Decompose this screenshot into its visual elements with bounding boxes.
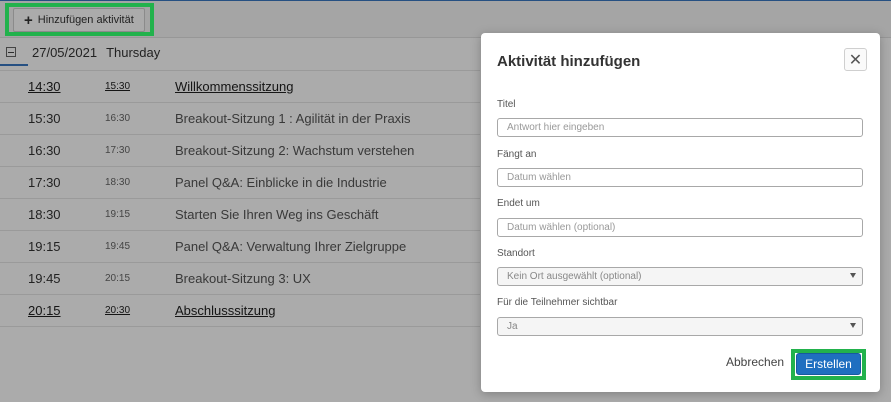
chevron-down-icon — [850, 323, 856, 328]
title-label: Titel — [497, 99, 516, 110]
start-placeholder: Datum wählen — [507, 172, 571, 183]
close-icon: ✕ — [848, 51, 863, 69]
chevron-down-icon — [850, 273, 856, 278]
visible-label: Für die Teilnehmer sichtbar — [497, 297, 618, 308]
visible-select[interactable]: Ja — [497, 317, 863, 336]
end-date-input[interactable]: Datum wählen (optional) — [497, 218, 863, 237]
visible-value: Ja — [507, 321, 518, 332]
dialog-title: Aktivität hinzufügen — [497, 53, 641, 70]
start-label: Fängt an — [497, 149, 537, 160]
end-label: Endet um — [497, 198, 540, 209]
highlight-create-button — [791, 349, 866, 380]
title-input[interactable]: Antwort hier eingeben — [497, 118, 863, 137]
close-button[interactable]: ✕ — [844, 48, 867, 71]
location-select[interactable]: Kein Ort ausgewählt (optional) — [497, 267, 863, 286]
add-activity-dialog: Aktivität hinzufügen ✕ Titel Antwort hie… — [481, 33, 880, 392]
location-label: Standort — [497, 248, 535, 259]
start-date-input[interactable]: Datum wählen — [497, 168, 863, 187]
cancel-button[interactable]: Abbrechen — [726, 355, 784, 369]
end-placeholder: Datum wählen (optional) — [507, 222, 616, 233]
title-placeholder: Antwort hier eingeben — [507, 122, 605, 133]
highlight-add-button — [5, 3, 154, 36]
location-value: Kein Ort ausgewählt (optional) — [507, 271, 642, 282]
